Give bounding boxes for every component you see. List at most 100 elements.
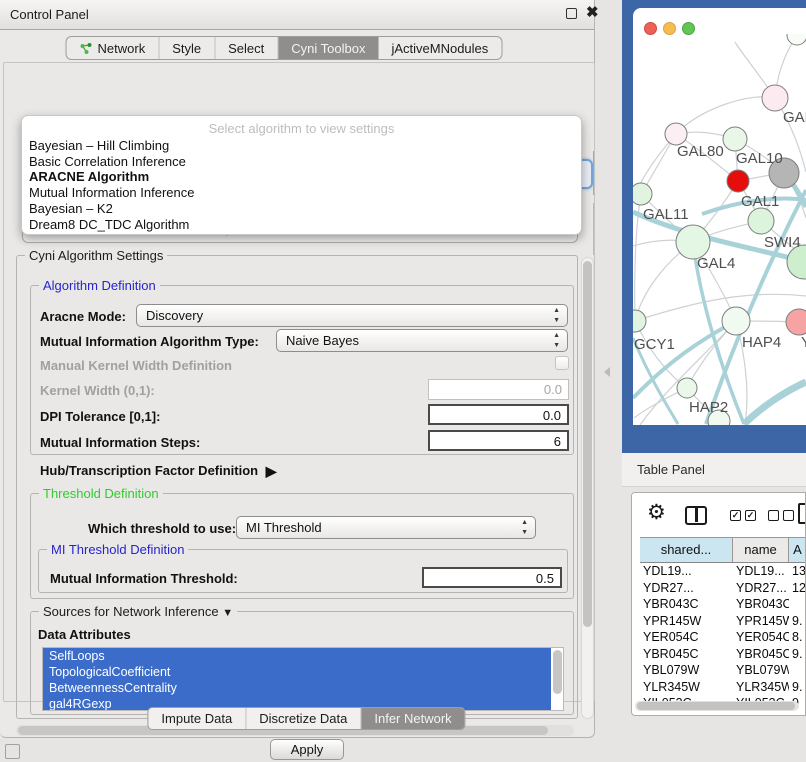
- tab-network[interactable]: Network: [67, 37, 160, 59]
- network-window[interactable]: GALGAL80GAL10GAL1GAL11SWI4GAL4GCY1HAP4YH…: [633, 8, 806, 425]
- menu-item[interactable]: Bayesian – Hill Climbing: [22, 138, 581, 154]
- network-node[interactable]: [665, 123, 687, 145]
- data-attributes-label: Data Attributes: [38, 627, 131, 642]
- apply-button[interactable]: Apply: [270, 739, 344, 760]
- network-edge[interactable]: [676, 97, 775, 134]
- table-row[interactable]: YPR145WYPR145W9.: [640, 613, 806, 630]
- table-horizontal-scrollbar-thumb[interactable]: [637, 702, 795, 710]
- tab-discretize-data[interactable]: Discretize Data: [246, 708, 361, 729]
- manual-kernel-checkbox[interactable]: [555, 356, 569, 370]
- attribute-rows: SelfLoopsTopologicalCoefficientBetweenne…: [43, 648, 551, 711]
- table-toolbar: ⚙ ✓✓: [632, 493, 805, 537]
- network-edge[interactable]: [635, 294, 806, 321]
- table-cell: YDR27...: [733, 580, 789, 597]
- table-row[interactable]: YBR045CYBR045C9.: [640, 646, 806, 663]
- mi-type-combo[interactable]: Naive Bayes ▲▼: [276, 329, 568, 352]
- network-node[interactable]: [762, 85, 788, 111]
- attribute-list-item[interactable]: TopologicalCoefficient: [43, 664, 551, 680]
- network-node[interactable]: [676, 225, 710, 259]
- table-cell: YBR045C: [640, 646, 733, 663]
- table-cell: YLR345W: [640, 679, 733, 696]
- kernel-width-field[interactable]: 0.0: [428, 379, 569, 400]
- table-cell: YDL19...: [640, 563, 733, 580]
- top-tab-strip: NetworkStyleSelectCyni ToolboxjActiveMNo…: [66, 36, 503, 60]
- network-node[interactable]: [722, 307, 750, 335]
- table-cell: YBR043C: [733, 596, 789, 613]
- table-panel: ⚙ ✓✓ shared...nameA YDL19...YDL19...13YD…: [631, 492, 806, 716]
- table-row[interactable]: YDL19...YDL19...13: [640, 563, 806, 580]
- node-table[interactable]: shared...nameA YDL19...YDL19...13YDR27..…: [640, 537, 806, 716]
- menu-item[interactable]: Dream8 DC_TDC Algorithm: [22, 217, 581, 233]
- group-title: MI Threshold Definition: [47, 542, 188, 557]
- column-header-name[interactable]: name: [733, 538, 789, 562]
- table-cell: YPR145W: [640, 613, 733, 630]
- algorithm-dropdown-menu: Select algorithm to view settings Bayesi…: [21, 115, 582, 235]
- collapsed-arrow-icon: ▶: [266, 463, 277, 479]
- tab-impute-data[interactable]: Impute Data: [148, 708, 246, 729]
- tab-jactivemnodules[interactable]: jActiveMNodules: [378, 37, 501, 59]
- attribute-list-item[interactable]: BetweennessCentrality: [43, 680, 551, 696]
- network-node[interactable]: [787, 34, 806, 45]
- tab-select[interactable]: Select: [215, 37, 278, 59]
- attribute-list-item[interactable]: SelfLoops: [43, 648, 551, 664]
- menu-item[interactable]: Bayesian – K2: [22, 201, 581, 217]
- node-label: GCY1: [634, 336, 675, 353]
- tab-cyni-toolbox[interactable]: Cyni Toolbox: [278, 37, 378, 59]
- panel-splitter-handle-icon[interactable]: [604, 367, 610, 377]
- menu-item[interactable]: ARACNE Algorithm: [22, 169, 581, 185]
- network-node[interactable]: [723, 127, 747, 151]
- network-node[interactable]: [633, 183, 652, 205]
- gear-icon[interactable]: ⚙: [647, 500, 666, 525]
- dpi-tolerance-field[interactable]: 0.0: [428, 404, 569, 425]
- deselect-all-icon[interactable]: [768, 510, 794, 521]
- hub-definition-toggle[interactable]: Hub/Transcription Factor Definition ▶: [40, 462, 273, 479]
- table-cell: 8.: [789, 629, 806, 646]
- sources-group-title[interactable]: Sources for Network Inference ▼: [39, 604, 237, 619]
- table-horizontal-scrollbar[interactable]: [635, 701, 799, 711]
- mi-threshold-field[interactable]: 0.5: [422, 567, 562, 588]
- minimized-panel-icon[interactable]: [5, 744, 20, 759]
- mi-steps-field[interactable]: 6: [428, 430, 569, 451]
- mi-steps-label: Mutual Information Steps:: [40, 435, 200, 450]
- network-canvas[interactable]: GALGAL80GAL10GAL1GAL11SWI4GAL4GCY1HAP4YH…: [633, 34, 806, 425]
- column-header-shared...[interactable]: shared...: [640, 538, 733, 562]
- network-node[interactable]: [727, 170, 749, 192]
- table-cell: [789, 596, 806, 613]
- table-cell: YBL079W: [640, 662, 733, 679]
- network-edge-highlighted[interactable]: [744, 382, 806, 424]
- data-attributes-list[interactable]: SelfLoopsTopologicalCoefficientBetweenne…: [42, 647, 564, 711]
- vertical-scrollbar[interactable]: [581, 257, 594, 719]
- table-row[interactable]: YER054CYER054C8.: [640, 629, 806, 646]
- table-row[interactable]: YBR043CYBR043C: [640, 596, 806, 613]
- tab-style[interactable]: Style: [159, 37, 215, 59]
- sources-title-label: Sources for Network Inference: [43, 604, 219, 619]
- menu-item[interactable]: Basic Correlation Inference: [22, 154, 581, 170]
- list-scrollbar-thumb[interactable]: [553, 650, 562, 694]
- table-cell: YBR045C: [733, 646, 789, 663]
- close-window-icon[interactable]: ✖: [586, 6, 599, 19]
- table-row[interactable]: YBL079WYBL079W: [640, 662, 806, 679]
- tab-infer-network[interactable]: Infer Network: [361, 708, 464, 729]
- spinner-arrows-icon: ▲▼: [553, 331, 560, 351]
- network-node[interactable]: [633, 310, 646, 332]
- table-row[interactable]: YLR345WYLR345W9.: [640, 679, 806, 696]
- columns-icon[interactable]: [685, 506, 707, 525]
- cyni-toolbox-content: gal-filtered sif default node Cyni Algor…: [3, 62, 595, 702]
- vertical-scrollbar-thumb[interactable]: [583, 261, 592, 627]
- network-node[interactable]: [786, 309, 806, 335]
- network-node[interactable]: [748, 208, 774, 234]
- float-window-icon[interactable]: [566, 8, 577, 19]
- table-row[interactable]: YDR27...YDR27...12: [640, 580, 806, 597]
- group-title: Cyni Algorithm Settings: [25, 248, 167, 263]
- new-table-icon[interactable]: [798, 503, 806, 524]
- table-cell: YBR043C: [640, 596, 733, 613]
- node-label: GAL10: [736, 150, 783, 167]
- which-threshold-combo[interactable]: MI Threshold ▲▼: [236, 516, 536, 539]
- aracne-mode-combo[interactable]: Discovery ▲▼: [136, 304, 568, 327]
- network-node[interactable]: [677, 378, 697, 398]
- select-all-icon[interactable]: ✓✓: [730, 510, 756, 521]
- node-label: GAL80: [677, 143, 724, 160]
- node-label: GAL11: [643, 206, 689, 223]
- column-header-A[interactable]: A: [789, 538, 806, 562]
- menu-item[interactable]: Mutual Information Inference: [22, 185, 581, 201]
